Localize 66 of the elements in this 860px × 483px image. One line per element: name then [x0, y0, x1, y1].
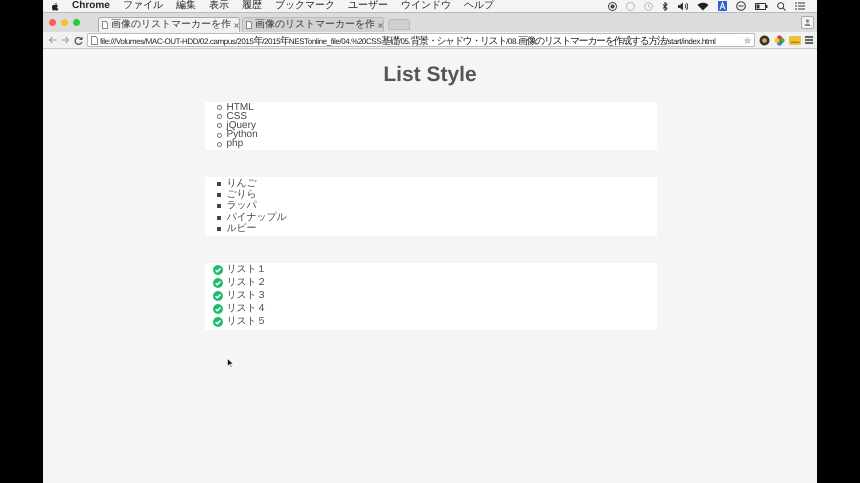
list-item: CSS [226, 112, 248, 122]
list-item: php [226, 139, 244, 150]
list-item: リスト３ [226, 290, 266, 301]
list-item: Python [226, 130, 258, 140]
circle-bullet-icon [216, 114, 222, 120]
check-circle-icon [212, 278, 222, 288]
person-icon [804, 19, 811, 26]
list-item: jQuery [226, 120, 256, 131]
address-field[interactable]: file:///Volumes/MAC-OUT-HDD/02.campus/2015年/2015年NESTonline_file/04.%20CSS基礎/05.背景・シャドウ・リスト/08.画像のリストマーカーを作成する方法/start/index.html [87, 33, 755, 47]
profile-button[interactable] [801, 16, 814, 29]
browser-tab[interactable]: 画像のリストマーカーを作 [98, 17, 240, 32]
check-circle-icon [212, 316, 222, 327]
tab-title: 画像のリストマーカーを作 [111, 20, 231, 30]
list-item: リスト４ [226, 304, 266, 314]
list-item: リスト５ [226, 316, 266, 327]
list-item: りんご [226, 178, 256, 189]
menu-item[interactable]: ファイル [122, 1, 163, 11]
circle-bullet-icon [216, 123, 222, 128]
page-title: List Style [383, 62, 477, 88]
square-bullet-icon [216, 227, 220, 232]
wifi-icon[interactable] [697, 2, 709, 10]
menu-item[interactable]: ウインドウ [400, 1, 451, 11]
apple-icon[interactable] [51, 2, 59, 10]
battery-icon[interactable] [755, 2, 768, 10]
bluetooth-icon[interactable] [662, 2, 668, 10]
close-button[interactable] [49, 19, 56, 26]
menu-item[interactable]: 履歴 [242, 1, 262, 11]
reload-icon[interactable] [74, 36, 83, 44]
list-item: ルビー [226, 224, 256, 234]
menu-item[interactable]: ユーザー [348, 1, 388, 11]
card-icon[interactable] [789, 36, 801, 44]
extension-icon[interactable] [759, 34, 770, 46]
list-icon[interactable] [795, 2, 805, 10]
square-bullet-icon [216, 204, 220, 208]
list-item: ラッパ [226, 201, 256, 212]
url-text: file:///Volumes/MAC-OUT-HDD/02.campus/2015年/2015年NESTonline_file/04.%20CSS基礎/05.背景・シャドウ・リスト/08.画像のリストマーカーを作成する方法/start/index.html [100, 34, 716, 48]
menu-item[interactable]: ブックマーク [274, 1, 335, 11]
menu-icon[interactable] [805, 36, 813, 44]
color-wheel-icon[interactable] [774, 34, 785, 46]
list-item: ごりら [226, 190, 256, 200]
menu-item[interactable]: 編集 [176, 1, 196, 11]
check-circle-icon [212, 290, 222, 301]
record-icon[interactable] [608, 2, 617, 10]
volume-icon[interactable] [677, 2, 688, 10]
input-source-icon[interactable] [718, 1, 727, 11]
cursor-icon [227, 358, 234, 368]
star-icon[interactable] [743, 36, 752, 44]
page-icon [246, 21, 252, 29]
close-tab-icon[interactable] [234, 22, 239, 28]
list-item: パイナップル [226, 212, 286, 223]
list-item: リスト１ [226, 264, 266, 275]
circle-bullet-icon [216, 105, 222, 110]
check-circle-icon [212, 304, 222, 314]
tab-title: 画像のリストマーカーを作 [255, 20, 375, 30]
menu-item[interactable]: 表示 [208, 1, 229, 11]
search-icon[interactable] [777, 2, 786, 10]
square-bullet-icon [216, 182, 220, 186]
close-tab-icon[interactable] [378, 22, 383, 28]
list-item: リスト２ [226, 278, 266, 288]
square-bullet-icon [216, 216, 220, 220]
circle-bullet-icon [216, 142, 222, 147]
square-bullet-icon [216, 193, 220, 198]
browser-tab[interactable]: 画像のリストマーカーを作 [242, 17, 384, 32]
circle-bullet-icon [216, 132, 222, 138]
list-item: HTML [226, 102, 254, 113]
app-menu[interactable]: Chrome [72, 1, 110, 11]
